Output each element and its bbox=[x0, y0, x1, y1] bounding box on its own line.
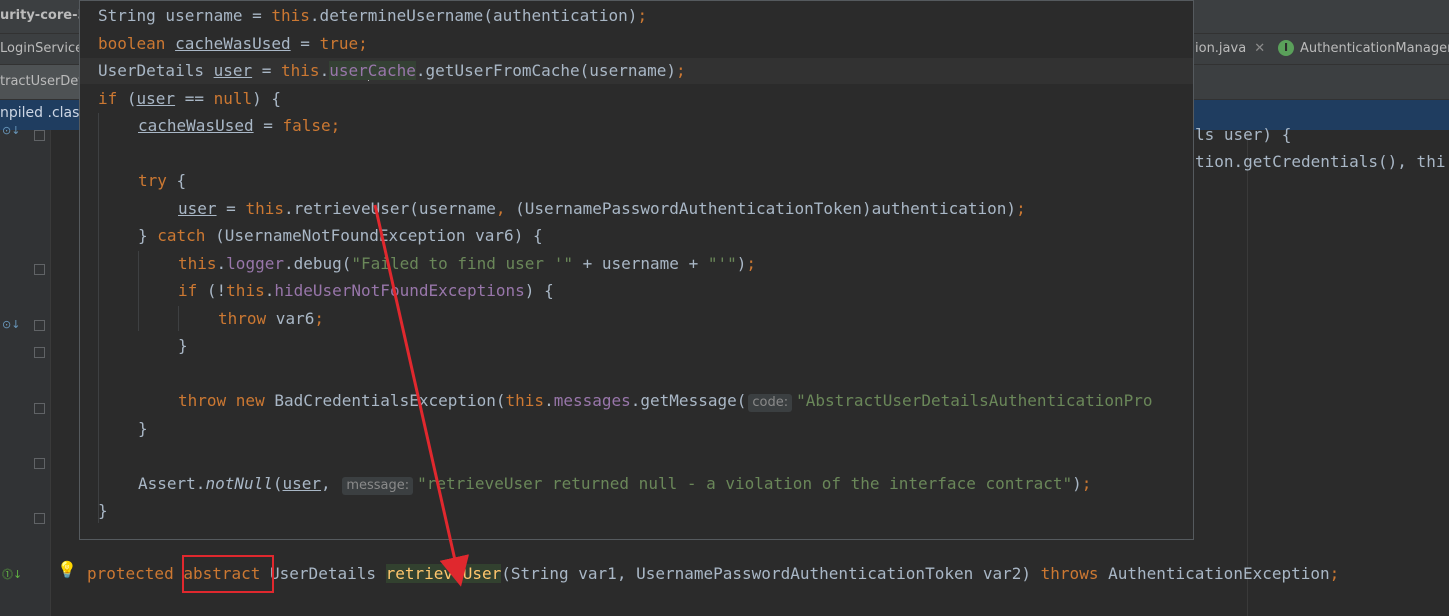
annotation-arrow bbox=[373, 204, 470, 587]
